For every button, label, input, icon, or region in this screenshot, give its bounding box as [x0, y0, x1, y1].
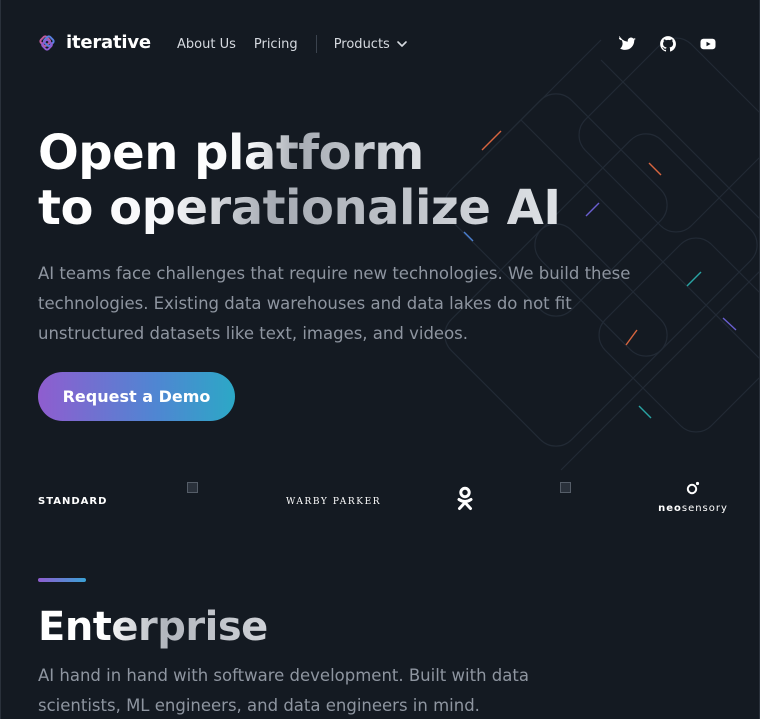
background-diamond-pattern [444, 37, 759, 471]
section-accent-bar [38, 578, 86, 582]
nav-products-dropdown[interactable]: Products [334, 37, 408, 52]
enterprise-description: AI hand in hand with software developmen… [38, 666, 529, 715]
main-nav: About Us Pricing Products [177, 35, 408, 53]
nav-link-pricing[interactable]: Pricing [254, 37, 298, 52]
neosensory-suffix: sensory [681, 503, 728, 514]
broken-image-icon [560, 482, 571, 493]
hero-description: AI teams face challenges that require ne… [38, 264, 631, 343]
site-header: iterative About Us Pricing Products [1, 24, 759, 64]
nav-products-label: Products [333, 36, 390, 52]
social-links [619, 35, 717, 53]
enterprise-title: Enterprise [38, 604, 268, 650]
page: iterative About Us Pricing Products Open… [0, 0, 760, 719]
chevron-down-icon [397, 41, 407, 47]
github-icon[interactable] [659, 35, 677, 53]
hero-title-word-platform: platform [194, 125, 424, 181]
neosensory-prefix: neo [658, 503, 682, 514]
hero-title-line2: to operationalize AI [38, 180, 561, 236]
brand-name: iterative [66, 32, 151, 53]
neosensory-mark-icon [686, 481, 700, 495]
customer-logo-warby-parker: WARBY PARKER [286, 497, 382, 507]
customer-logo-standard: STANDARD [38, 496, 108, 507]
customer-logo-neosensory: neosensory [658, 481, 728, 515]
hero-title: Open platform to operationalize AI [38, 126, 561, 236]
brand-logo[interactable]: iterative [38, 32, 151, 53]
youtube-icon[interactable] [699, 35, 717, 53]
odnoklassniki-icon [457, 486, 473, 510]
customer-logos: STANDARD WARBY PARKER neosensory [1, 478, 759, 518]
request-demo-button[interactable]: Request a Demo [38, 372, 235, 421]
iterative-logo-icon [39, 34, 55, 51]
broken-image-icon [187, 482, 198, 493]
nav-link-about-us[interactable]: About Us [177, 37, 236, 52]
twitter-icon[interactable] [619, 35, 637, 53]
nav-divider [315, 35, 317, 53]
hero-title-word-open: Open [38, 125, 195, 181]
